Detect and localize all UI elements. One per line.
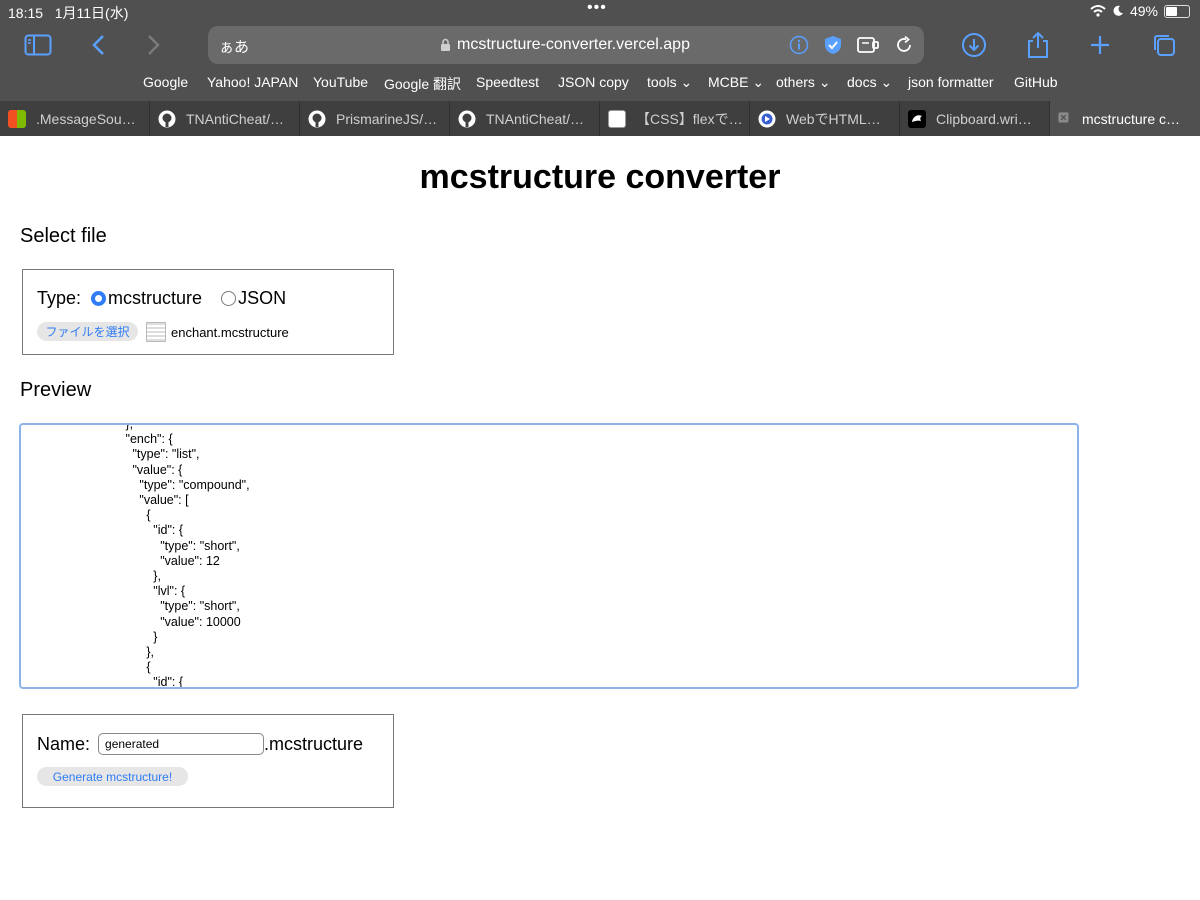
share-icon[interactable] xyxy=(1022,30,1054,60)
github-icon xyxy=(158,110,176,127)
bookmark-folder-mcbe[interactable]: MCBE ⌄ xyxy=(708,74,764,91)
select-file-heading: Select file xyxy=(20,225,107,247)
web-icon xyxy=(758,110,776,127)
status-bar: 18:15 1月11日(水) ••• 49% xyxy=(0,0,1200,22)
multitasking-dots-icon[interactable]: ••• xyxy=(587,0,607,17)
github-icon xyxy=(458,110,476,127)
chevron-down-icon: ⌄ xyxy=(818,74,831,90)
bookmark-youtube[interactable]: YouTube xyxy=(313,74,368,90)
battery-fill xyxy=(1166,6,1177,16)
downloads-icon[interactable] xyxy=(958,30,990,60)
file-select-panel: Type: mcstructure JSON ファイルを選択 enchant.m… xyxy=(22,269,394,355)
bookmark-speedtest[interactable]: Speedtest xyxy=(476,74,539,90)
bookmarks-bar: Google Yahoo! JAPAN YouTube Google 翻訳 Sp… xyxy=(0,74,1200,94)
extension-icon[interactable] xyxy=(856,33,880,57)
page-title: mcstructure converter xyxy=(419,158,781,196)
tab-web-html[interactable]: WebでHTML… xyxy=(750,101,900,136)
bookmark-google[interactable]: Google xyxy=(143,74,188,90)
radio-json-label[interactable]: JSON xyxy=(238,288,286,309)
mdn-icon xyxy=(908,109,926,128)
status-time: 18:15 xyxy=(8,5,44,21)
back-icon[interactable] xyxy=(82,30,114,60)
lock-icon xyxy=(441,38,450,51)
battery-percent: 49% xyxy=(1129,3,1158,19)
tab-clipboard-write[interactable]: Clipboard.wri… xyxy=(900,101,1050,136)
info-icon[interactable] xyxy=(787,33,811,57)
reload-icon[interactable] xyxy=(892,33,916,57)
microsoft-icon xyxy=(8,109,26,128)
tab-overview-icon[interactable] xyxy=(1148,30,1180,60)
tab-tnanticheat-2[interactable]: TNAntiCheat/… xyxy=(450,101,600,136)
preview-textarea[interactable]: }, "ench": { "type": "list", "value": { … xyxy=(19,423,1079,689)
sidebar-toggle-icon[interactable] xyxy=(22,30,54,60)
shield-icon[interactable] xyxy=(821,33,845,57)
wifi-icon xyxy=(1090,5,1106,17)
bookmark-google-translate[interactable]: Google 翻訳 xyxy=(384,74,461,94)
forward-icon[interactable] xyxy=(138,30,170,60)
selected-file-name: enchant.mcstructure xyxy=(171,325,289,340)
tab-message-source[interactable]: .MessageSou… xyxy=(0,101,150,136)
status-date: 1月11日(水) xyxy=(54,5,129,21)
generate-panel: Name: .mcstructure Generate mcstructure! xyxy=(22,714,394,808)
preview-heading: Preview xyxy=(20,379,92,401)
moon-icon xyxy=(1113,5,1123,16)
address-bar[interactable]: ぁあ mcstructure-converter.vercel.app xyxy=(208,26,924,64)
chevron-down-icon: ⌄ xyxy=(880,74,893,90)
file-thumbnail-icon xyxy=(146,322,166,342)
tab-mcstructure-converter[interactable]: mcstructure c… xyxy=(1050,101,1200,136)
tab-css-flex[interactable]: 【CSS】flexで… xyxy=(600,101,750,136)
name-input[interactable] xyxy=(98,733,265,755)
github-icon xyxy=(308,110,326,127)
bookmark-folder-docs[interactable]: docs ⌄ xyxy=(847,74,892,91)
bookmark-folder-others[interactable]: others ⌄ xyxy=(776,74,831,91)
preview-json-text: }, "ench": { "type": "list", "value": { … xyxy=(125,423,250,689)
bookmark-json-copy[interactable]: JSON copy xyxy=(558,74,629,90)
ime-indicator: ぁあ xyxy=(219,39,250,56)
radio-mcstructure-label[interactable]: mcstructure xyxy=(108,288,202,309)
chevron-down-icon: ⌄ xyxy=(752,74,765,90)
bookmark-github[interactable]: GitHub xyxy=(1014,74,1058,90)
generate-button[interactable]: Generate mcstructure! xyxy=(37,767,188,786)
type-label: Type: xyxy=(37,288,82,308)
battery-icon xyxy=(1164,4,1190,18)
tab-bar: .MessageSou… TNAntiCheat/… PrismarineJS/… xyxy=(0,101,1200,136)
new-tab-icon[interactable] xyxy=(1084,30,1116,60)
radio-json[interactable] xyxy=(221,291,237,306)
bookmark-folder-tools[interactable]: tools ⌄ xyxy=(647,74,692,91)
chevron-down-icon: ⌄ xyxy=(680,74,693,90)
name-suffix: .mcstructure xyxy=(264,733,364,754)
name-label: Name: xyxy=(37,733,91,754)
tab-prismarinejs[interactable]: PrismarineJS/… xyxy=(300,101,450,136)
choose-file-button[interactable]: ファイルを選択 xyxy=(37,322,138,341)
browser-chrome: 18:15 1月11日(水) ••• 49% ぁあ mcstructure-co… xyxy=(0,0,1200,136)
qiita-icon xyxy=(608,109,626,128)
radio-mcstructure[interactable] xyxy=(91,291,107,306)
url-text: mcstructure-converter.vercel.app xyxy=(457,36,690,53)
close-icon[interactable] xyxy=(1058,111,1072,126)
bookmark-yahoo-japan[interactable]: Yahoo! JAPAN xyxy=(207,74,298,90)
bookmark-json-formatter[interactable]: json formatter xyxy=(908,74,994,90)
name-row: Name: .mcstructure xyxy=(37,733,363,755)
type-selector: Type: mcstructure JSON xyxy=(37,288,286,309)
tab-tnanticheat-1[interactable]: TNAntiCheat/… xyxy=(150,101,300,136)
